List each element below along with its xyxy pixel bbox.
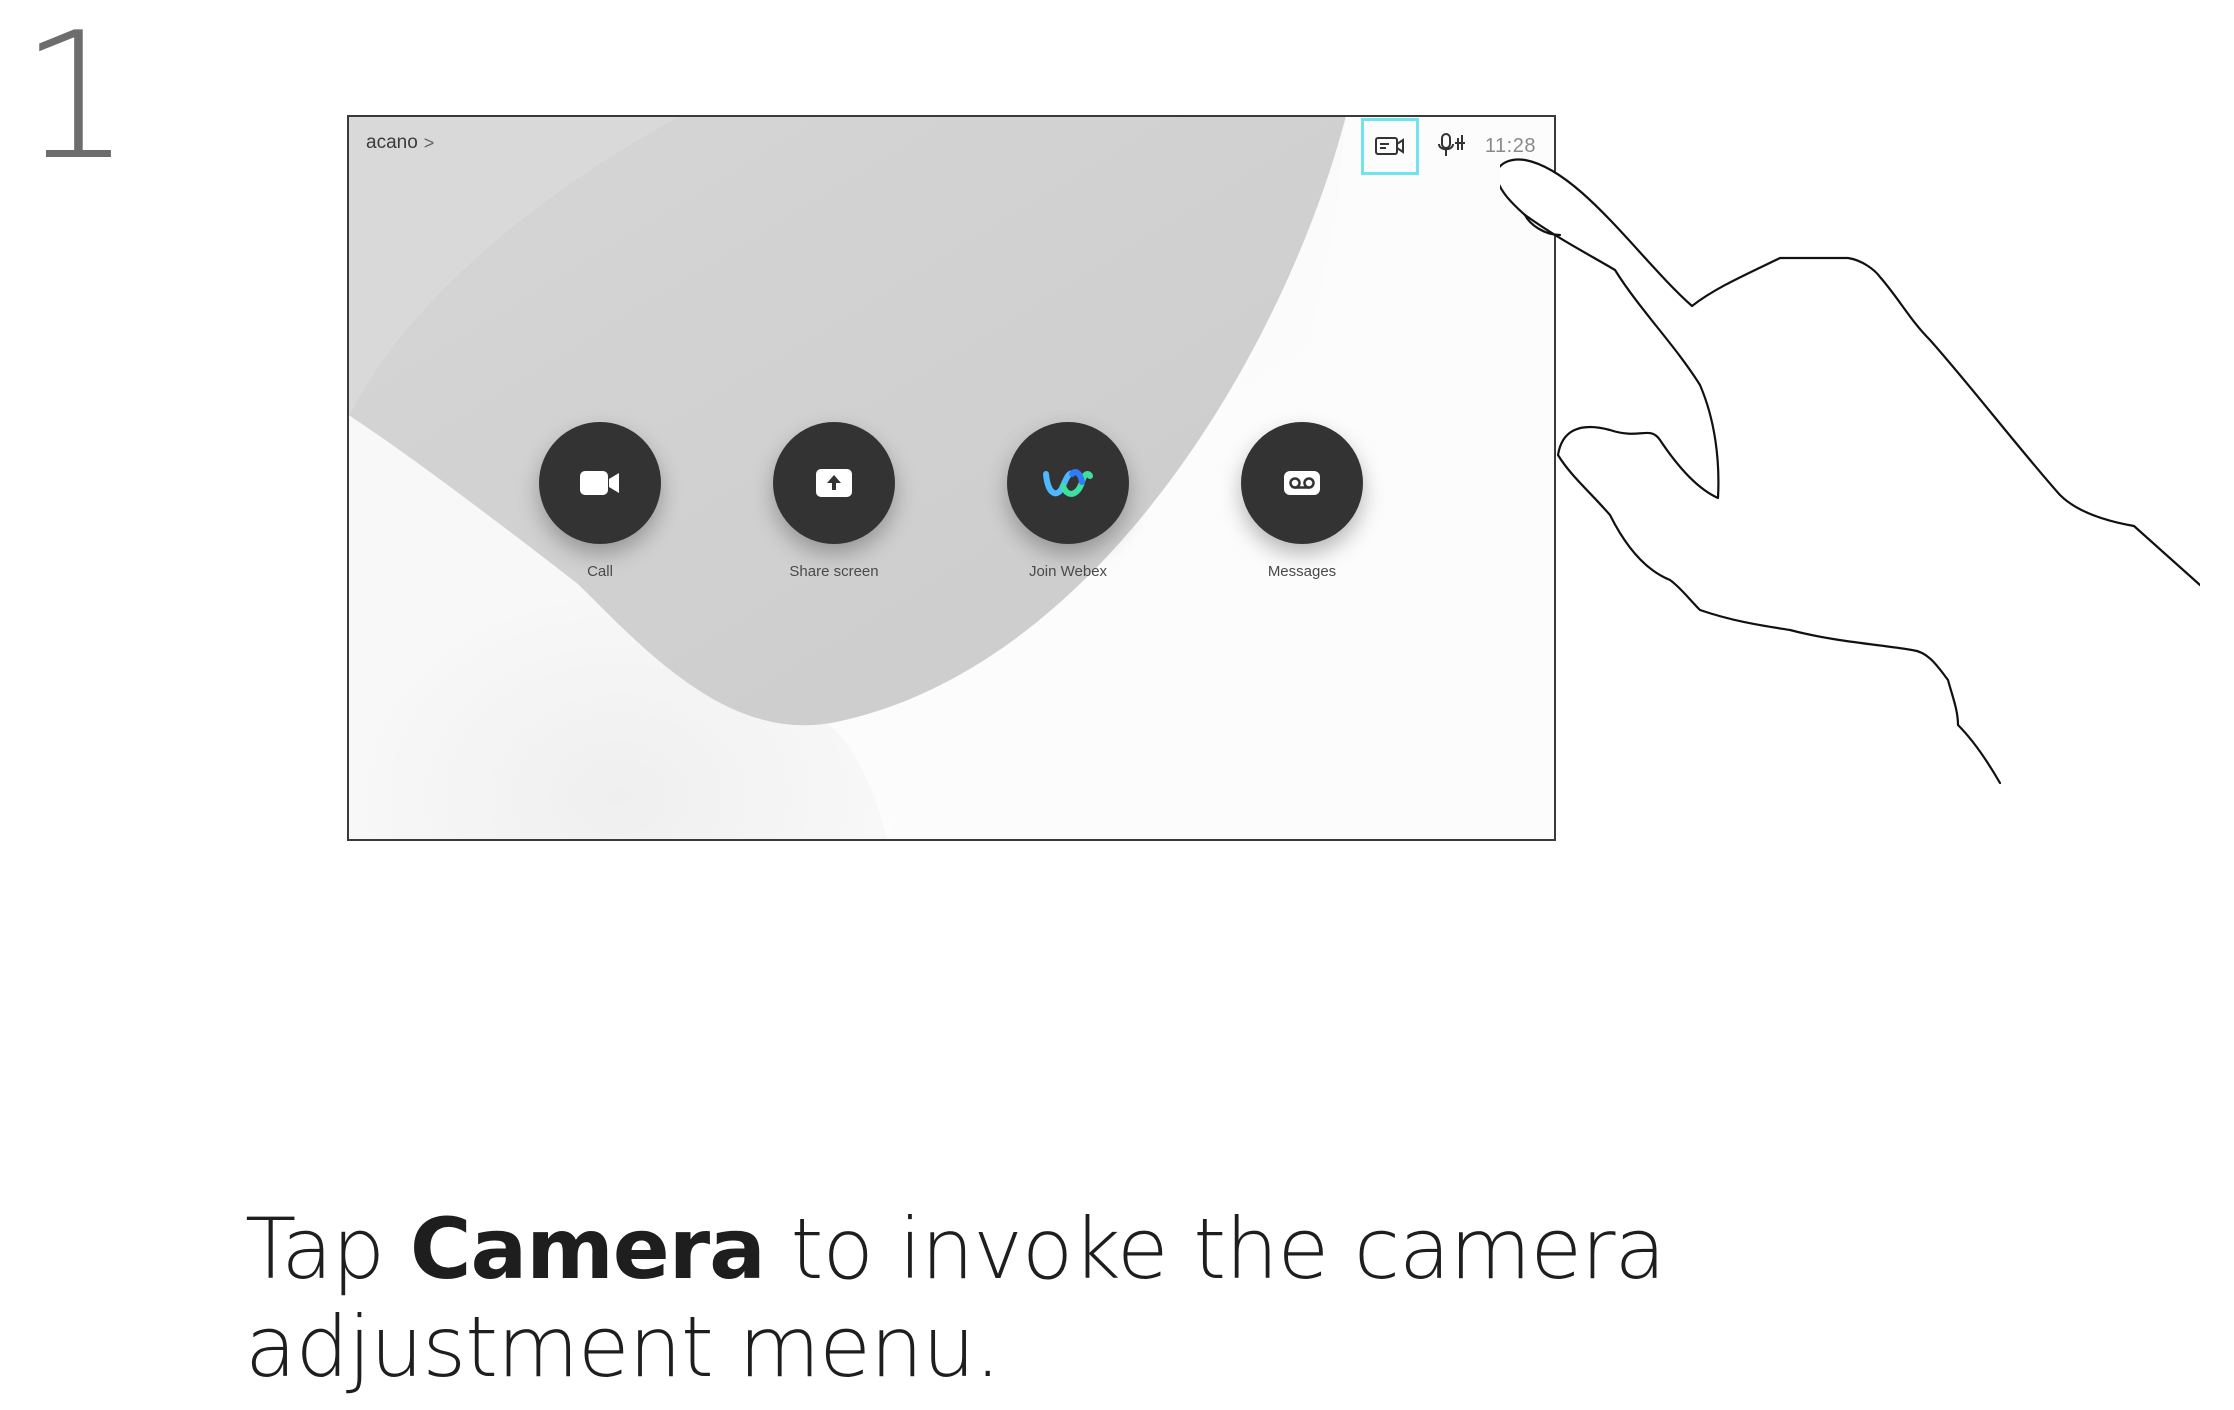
step-number: 1 [20, 0, 131, 199]
instruction-line-2: adjustment menu. [245, 1298, 1001, 1396]
call-button-circle[interactable] [539, 422, 661, 544]
video-camera-icon [580, 471, 619, 495]
camera-button[interactable] [1360, 117, 1419, 175]
instruction-line-1: Tap Camera to invoke the camera [245, 1200, 1666, 1298]
instruction-prefix: Tap [245, 1200, 410, 1298]
share-screen-button-circle[interactable] [773, 422, 895, 544]
voicemail-icon [1284, 471, 1320, 495]
messages-button[interactable]: Messages [1202, 422, 1402, 580]
instruction-suffix: to invoke the camera [764, 1200, 1666, 1298]
call-label: Call [587, 563, 613, 580]
share-screen-label: Share screen [789, 563, 879, 580]
webex-logo-icon [1043, 469, 1093, 497]
join-webex-label: Join Webex [1028, 563, 1108, 580]
share-upload-icon [816, 469, 852, 497]
call-button[interactable]: Call [500, 422, 700, 580]
camera-icon [1374, 137, 1404, 155]
microphone-button[interactable] [1435, 131, 1469, 161]
instruction-bold-camera: Camera [409, 1200, 766, 1298]
join-webex-button[interactable]: Join Webex [968, 422, 1168, 580]
touch-panel-screen: acano > 11:28 Call Share screen Join Web… [347, 115, 1556, 841]
join-webex-button-circle[interactable] [1007, 422, 1129, 544]
microphone-icon [1437, 133, 1465, 156]
pointing-hand-illustration [1500, 158, 2200, 785]
home-actions: Call Share screen Join Webex Messages [349, 422, 1554, 582]
device-name-button[interactable]: acano > [366, 132, 434, 154]
share-screen-button[interactable]: Share screen [734, 422, 934, 580]
messages-label: Messages [1267, 563, 1337, 580]
chevron-right-icon: > [423, 132, 435, 153]
device-name-label: acano [366, 132, 418, 153]
messages-button-circle[interactable] [1241, 422, 1363, 544]
instruction-text: Tap Camera to invoke the camera adjustme… [245, 1200, 1666, 1396]
